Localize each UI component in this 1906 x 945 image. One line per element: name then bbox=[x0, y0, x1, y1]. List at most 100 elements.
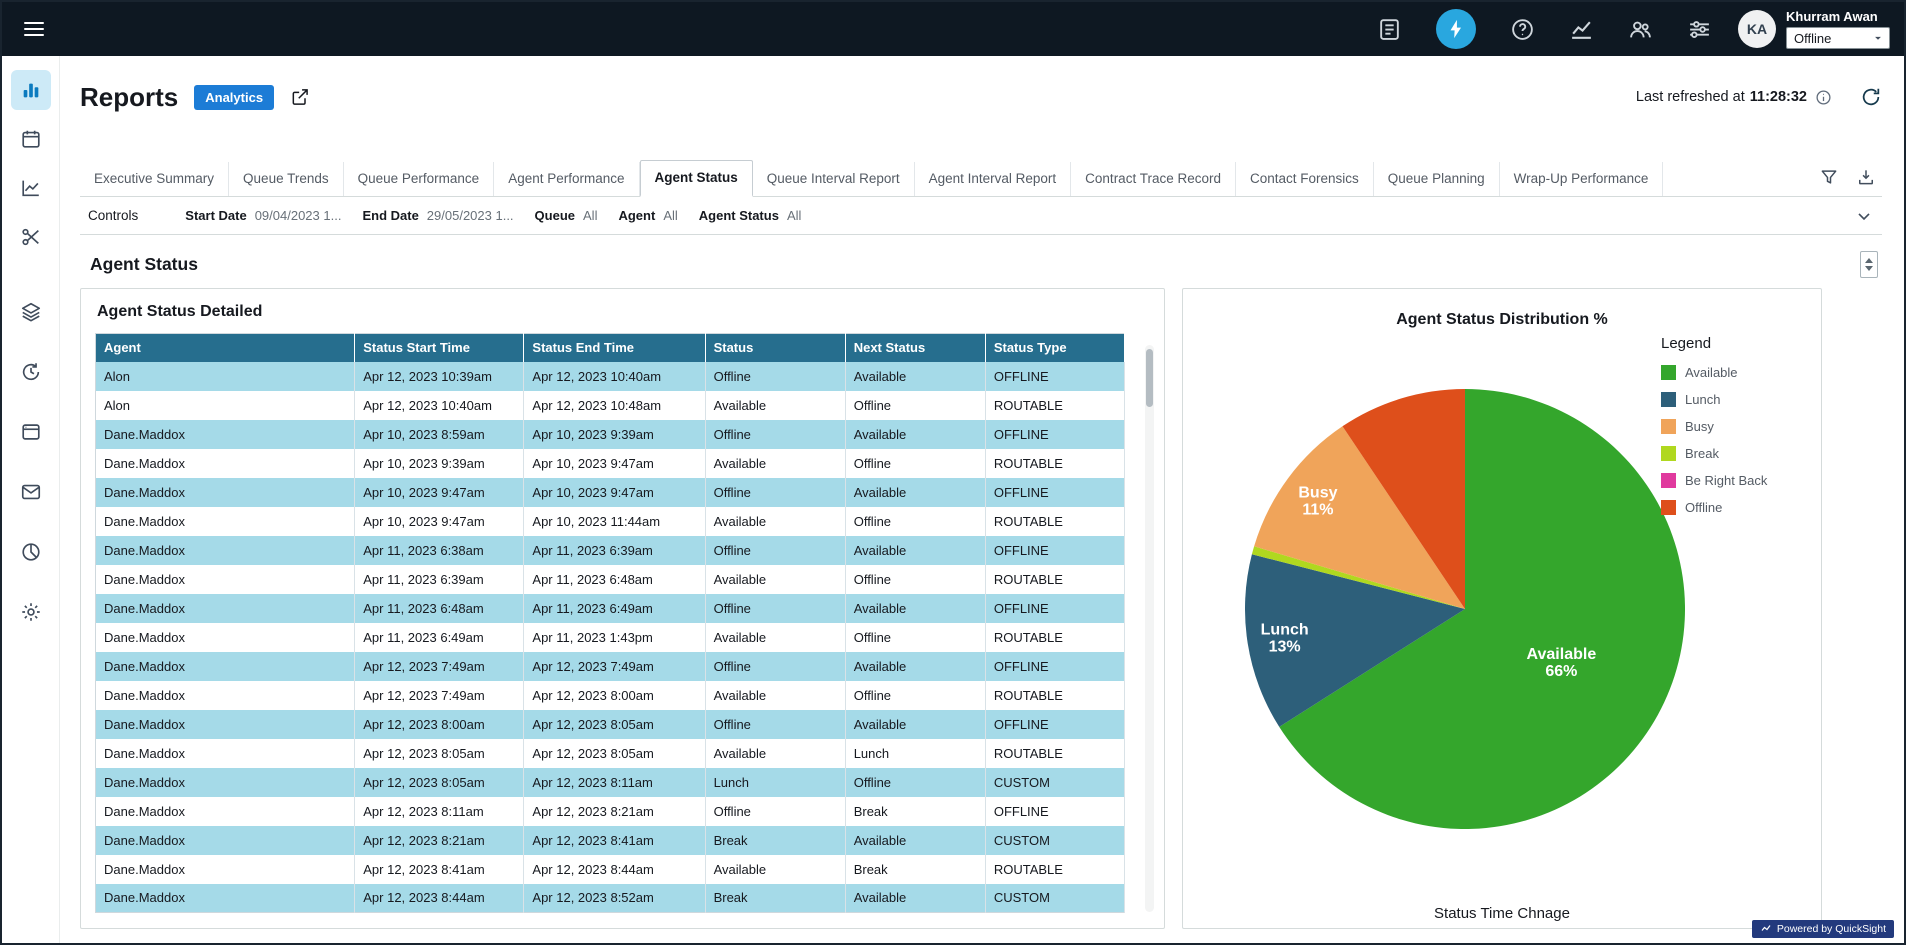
table-header-row: AgentStatus Start TimeStatus End TimeSta… bbox=[96, 334, 1125, 362]
tab-tools bbox=[1819, 167, 1882, 196]
table-row: Dane.MaddoxApr 10, 2023 8:59amApr 10, 20… bbox=[96, 420, 1125, 449]
table-row: Dane.MaddoxApr 12, 2023 7:49amApr 12, 20… bbox=[96, 681, 1125, 710]
tab-agent-status[interactable]: Agent Status bbox=[640, 160, 753, 197]
spinner-down-icon bbox=[1865, 266, 1873, 271]
bar-chart-icon[interactable] bbox=[11, 70, 51, 110]
info-icon[interactable] bbox=[1815, 89, 1832, 106]
filter-icon[interactable] bbox=[1819, 167, 1839, 187]
topbar: KA Khurram Awan Offline bbox=[2, 2, 1904, 56]
legend-item-busy: Busy bbox=[1661, 419, 1807, 434]
column-status-start-time[interactable]: Status Start Time bbox=[355, 334, 524, 362]
note-icon[interactable] bbox=[1377, 17, 1402, 42]
tab-contract-trace-record[interactable]: Contract Trace Record bbox=[1071, 162, 1236, 196]
analytics-badge: Analytics bbox=[194, 85, 274, 110]
legend-item-be-right-back: Be Right Back bbox=[1661, 473, 1807, 488]
legend-swatch bbox=[1661, 446, 1676, 461]
powered-by-label: Powered by QuickSight bbox=[1777, 923, 1886, 935]
legend-item-offline: Offline bbox=[1661, 500, 1807, 515]
tab-agent-performance[interactable]: Agent Performance bbox=[494, 162, 639, 196]
layers-icon[interactable] bbox=[11, 292, 51, 332]
table-row: Dane.MaddoxApr 12, 2023 8:05amApr 12, 20… bbox=[96, 739, 1125, 768]
tab-contact-forensics[interactable]: Contact Forensics bbox=[1236, 162, 1374, 196]
tab-executive-summary[interactable]: Executive Summary bbox=[80, 162, 229, 196]
download-icon[interactable] bbox=[1856, 167, 1876, 187]
filters: Start Date09/04/2023 1... End Date29/05/2… bbox=[185, 208, 822, 223]
tab-queue-planning[interactable]: Queue Planning bbox=[1374, 162, 1500, 196]
donut-icon[interactable] bbox=[11, 532, 51, 572]
panels: Agent Status Detailed AgentStatus Start … bbox=[80, 288, 1882, 943]
table-row: Dane.MaddoxApr 11, 2023 6:39amApr 11, 20… bbox=[96, 565, 1125, 594]
line-chart-icon[interactable] bbox=[11, 168, 51, 208]
page-title: Reports bbox=[80, 82, 178, 113]
control-agent[interactable]: AgentAll bbox=[618, 208, 677, 223]
history-icon[interactable] bbox=[11, 352, 51, 392]
control-end-date[interactable]: End Date29/05/2023 1... bbox=[362, 208, 513, 223]
tab-wrap-up-performance[interactable]: Wrap-Up Performance bbox=[1500, 162, 1664, 196]
column-status-type[interactable]: Status Type bbox=[985, 334, 1124, 362]
powered-by-quicksight-badge[interactable]: Powered by QuickSight bbox=[1752, 920, 1894, 938]
legend-swatch bbox=[1661, 473, 1676, 488]
user-status-value: Offline bbox=[1794, 31, 1831, 46]
tab-agent-interval-report[interactable]: Agent Interval Report bbox=[915, 162, 1072, 196]
gear-icon[interactable] bbox=[11, 592, 51, 632]
scroll-spinner[interactable] bbox=[1860, 251, 1878, 278]
legend-swatch bbox=[1661, 419, 1676, 434]
users-icon[interactable] bbox=[1628, 17, 1653, 42]
control-start-date[interactable]: Start Date09/04/2023 1... bbox=[185, 208, 341, 223]
section-row: Agent Status bbox=[80, 235, 1882, 288]
table-row: Dane.MaddoxApr 12, 2023 8:11amApr 12, 20… bbox=[96, 797, 1125, 826]
table-row: Dane.MaddoxApr 10, 2023 9:47amApr 10, 20… bbox=[96, 507, 1125, 536]
agent-status-table: AgentStatus Start TimeStatus End TimeSta… bbox=[95, 333, 1125, 913]
scissors-icon[interactable] bbox=[11, 217, 51, 257]
table-row: Dane.MaddoxApr 11, 2023 6:48amApr 11, 20… bbox=[96, 594, 1125, 623]
control-queue[interactable]: QueueAll bbox=[535, 208, 598, 223]
table-row: Dane.MaddoxApr 10, 2023 9:47amApr 10, 20… bbox=[96, 478, 1125, 507]
column-agent[interactable]: Agent bbox=[96, 334, 355, 362]
table-row: AlonApr 12, 2023 10:40amApr 12, 2023 10:… bbox=[96, 391, 1125, 420]
agent-status-detailed-panel: Agent Status Detailed AgentStatus Start … bbox=[80, 288, 1165, 929]
legend-item-lunch: Lunch bbox=[1661, 392, 1807, 407]
user-block: Khurram Awan Offline bbox=[1786, 9, 1890, 49]
chart-title: Agent Status Distribution % bbox=[1183, 311, 1821, 329]
help-icon[interactable] bbox=[1510, 17, 1535, 42]
last-refreshed-time: 11:28:32 bbox=[1750, 89, 1807, 105]
legend-item-available: Available bbox=[1661, 365, 1807, 380]
avatar[interactable]: KA bbox=[1738, 10, 1776, 48]
metrics-icon[interactable] bbox=[1569, 17, 1594, 42]
next-chart-title: Status Time Chnage bbox=[1183, 905, 1821, 922]
table-row: Dane.MaddoxApr 12, 2023 8:41amApr 12, 20… bbox=[96, 855, 1125, 884]
window-icon[interactable] bbox=[11, 412, 51, 452]
flash-icon[interactable] bbox=[1436, 9, 1476, 49]
quicksight-logo-icon bbox=[1760, 923, 1772, 935]
table-panel-title: Agent Status Detailed bbox=[97, 303, 1150, 321]
control-agent-status[interactable]: Agent StatusAll bbox=[699, 208, 802, 223]
sliders-icon[interactable] bbox=[1687, 17, 1712, 42]
calendar-icon[interactable] bbox=[11, 119, 51, 159]
user-status-select[interactable]: Offline bbox=[1786, 27, 1890, 49]
tab-queue-trends[interactable]: Queue Trends bbox=[229, 162, 344, 196]
tabs: Executive SummaryQueue TrendsQueue Perfo… bbox=[80, 160, 1663, 196]
pie-chart: Available66%Lunch13%Busy11% bbox=[1245, 389, 1685, 829]
column-next-status[interactable]: Next Status bbox=[845, 334, 985, 362]
tab-queue-performance[interactable]: Queue Performance bbox=[344, 162, 495, 196]
topbar-icons bbox=[1377, 9, 1712, 49]
column-status[interactable]: Status bbox=[705, 334, 845, 362]
table-scrollbar[interactable] bbox=[1145, 345, 1154, 912]
table-row: Dane.MaddoxApr 12, 2023 8:21amApr 12, 20… bbox=[96, 826, 1125, 855]
legend-items: AvailableLunchBusyBreakBe Right BackOffl… bbox=[1661, 365, 1807, 515]
legend-title: Legend bbox=[1661, 335, 1807, 352]
table-row: AlonApr 12, 2023 10:39amApr 12, 2023 10:… bbox=[96, 362, 1125, 391]
refresh-info: Last refreshed at 11:28:32 bbox=[1636, 86, 1882, 108]
tab-queue-interval-report[interactable]: Queue Interval Report bbox=[753, 162, 915, 196]
legend: Legend AvailableLunchBusyBreakBe Right B… bbox=[1661, 335, 1807, 527]
hamburger-menu-icon[interactable] bbox=[22, 17, 46, 41]
table-scrollbar-thumb[interactable] bbox=[1146, 349, 1153, 407]
refresh-icon[interactable] bbox=[1860, 86, 1882, 108]
mail-icon[interactable] bbox=[11, 472, 51, 512]
column-status-end-time[interactable]: Status End Time bbox=[524, 334, 705, 362]
page-header: Reports Analytics Last refreshed at 11:2… bbox=[80, 74, 1882, 120]
controls-bar: Controls Start Date09/04/2023 1...End Da… bbox=[80, 197, 1882, 235]
pie-label-busy: Busy11% bbox=[1298, 485, 1337, 519]
chevron-down-icon[interactable] bbox=[1854, 206, 1874, 226]
external-link-icon[interactable] bbox=[290, 87, 310, 107]
